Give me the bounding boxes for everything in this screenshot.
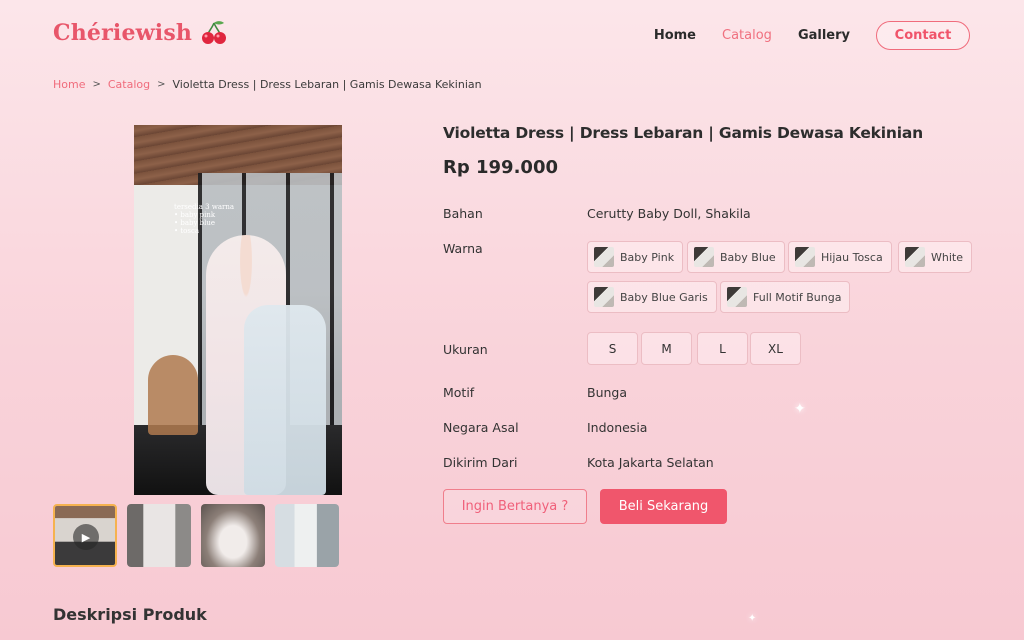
color-swatch [905, 247, 925, 267]
breadcrumb-catalog[interactable]: Catalog [108, 78, 150, 91]
thumbnail-image [275, 504, 339, 567]
spec-label-ukuran: Ukuran [443, 342, 488, 357]
cherry-icon [202, 21, 227, 44]
spec-value-motif: Bunga [587, 385, 628, 400]
color-option-baby-blue[interactable]: Baby Blue [687, 241, 785, 273]
contact-button[interactable]: Contact [876, 21, 970, 50]
color-swatch [694, 247, 714, 267]
overlay-line: • tosca [174, 227, 200, 235]
breadcrumb: Home > Catalog > Violetta Dress | Dress … [53, 78, 482, 91]
color-label: Full Motif Bunga [753, 290, 842, 304]
image-dress [244, 305, 326, 495]
color-label: White [931, 250, 963, 264]
overlay-line: • baby blue [174, 219, 216, 227]
logo-text: Chériewish [53, 20, 193, 46]
nav-catalog[interactable]: Catalog [722, 28, 772, 43]
breadcrumb-home[interactable]: Home [53, 78, 85, 91]
play-icon[interactable]: ▶ [73, 524, 99, 550]
color-label: Baby Blue [720, 250, 776, 264]
main-nav: Home Catalog Gallery Contact [654, 21, 970, 50]
spec-label-dikirim: Dikirim Dari [443, 455, 518, 470]
color-swatch [594, 247, 614, 267]
product-main-image[interactable]: tersedia 3 warna • baby pink • baby blue… [134, 125, 342, 495]
image-chair [148, 355, 198, 435]
size-option-l[interactable]: L [697, 332, 748, 365]
color-option-baby-pink[interactable]: Baby Pink [587, 241, 684, 273]
ask-question-button[interactable]: Ingin Bertanya ? [443, 489, 587, 524]
brand-logo[interactable]: Chériewish [53, 20, 228, 46]
color-label: Baby Blue Garis [620, 290, 708, 304]
thumbnail-image-2[interactable] [127, 504, 191, 567]
site-header: Chériewish Home Catalog Gallery Contact [0, 0, 1024, 70]
color-option-baby-blue-garis[interactable]: Baby Blue Garis [587, 281, 717, 313]
color-option-full-motif-bunga[interactable]: Full Motif Bunga [720, 281, 851, 313]
color-label: Hijau Tosca [821, 250, 883, 264]
sparkle-icon: ✦ [794, 401, 806, 417]
breadcrumb-current: Violetta Dress | Dress Lebaran | Gamis D… [172, 78, 482, 91]
spec-label-bahan: Bahan [443, 206, 483, 221]
size-option-s[interactable]: S [587, 332, 638, 365]
image-overlay-text: tersedia 3 warna • baby pink • baby blue… [174, 203, 234, 235]
spec-label-motif: Motif [443, 385, 475, 400]
spec-value-negara: Indonesia [587, 420, 648, 435]
sparkle-icon: ✦ [748, 613, 757, 624]
description-heading: Deskripsi Produk [53, 605, 207, 624]
thumbnail-image [201, 504, 265, 567]
breadcrumb-separator: > [92, 79, 101, 90]
thumbnail-image-3[interactable] [201, 504, 265, 567]
color-swatch [795, 247, 815, 267]
spec-value-dikirim: Kota Jakarta Selatan [587, 455, 714, 470]
product-title: Violetta Dress | Dress Lebaran | Gamis D… [443, 124, 923, 142]
spec-label-negara: Negara Asal [443, 420, 519, 435]
overlay-line: tersedia 3 warna [174, 203, 235, 211]
breadcrumb-separator: > [157, 79, 166, 90]
thumbnail-image [127, 504, 191, 567]
nav-gallery[interactable]: Gallery [798, 28, 850, 43]
color-option-white[interactable]: White [898, 241, 972, 273]
product-price: Rp 199.000 [443, 157, 558, 178]
nav-home[interactable]: Home [654, 28, 696, 43]
color-swatch [727, 287, 747, 307]
color-label: Baby Pink [620, 250, 675, 264]
buy-now-button[interactable]: Beli Sekarang [600, 489, 727, 524]
overlay-line: • baby pink [174, 211, 216, 219]
thumbnail-video[interactable]: ▶ [53, 504, 117, 567]
size-option-xl[interactable]: XL [750, 332, 801, 365]
thumbnail-strip: ▶ [53, 504, 339, 567]
spec-label-warna: Warna [443, 241, 483, 256]
color-option-hijau-tosca[interactable]: Hijau Tosca [788, 241, 892, 273]
color-swatch [594, 287, 614, 307]
thumbnail-image-4[interactable] [275, 504, 339, 567]
spec-value-bahan: Cerutty Baby Doll, Shakila [587, 206, 751, 221]
size-option-m[interactable]: M [641, 332, 692, 365]
